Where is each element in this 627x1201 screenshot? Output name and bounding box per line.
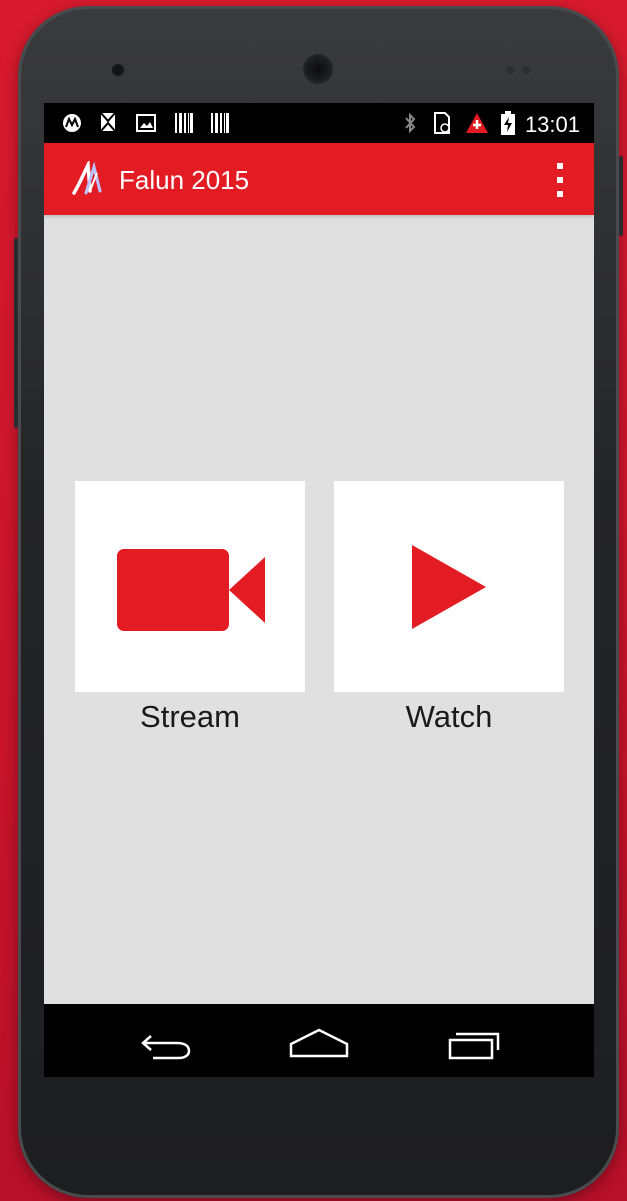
motorola-icon [60, 111, 84, 135]
watch-label: Watch [405, 699, 493, 734]
status-time: 13:01 [524, 112, 580, 137]
stream-button[interactable] [75, 481, 305, 692]
nav-bar [44, 1004, 594, 1077]
watch-button[interactable] [334, 481, 564, 692]
back-icon[interactable] [137, 1022, 197, 1062]
status-bar: 13:01 [44, 103, 594, 143]
earpiece [303, 54, 333, 84]
mms-icon [96, 111, 120, 135]
overflow-menu-icon[interactable] [552, 163, 568, 197]
stream-label: Stream [140, 699, 240, 734]
recents-icon[interactable] [444, 1022, 504, 1062]
barcode-icon [172, 111, 196, 135]
power-button [14, 238, 18, 428]
bluetooth-icon [400, 111, 420, 135]
proximity-sensor [522, 66, 530, 74]
image-icon [134, 111, 158, 135]
play-icon [412, 545, 486, 629]
video-camera-icon [117, 549, 265, 631]
volume-button [619, 156, 623, 236]
light-sensor [506, 66, 514, 74]
screen: 13:01 Falun 2015 Stream Watch [44, 103, 594, 1077]
warning-icon [464, 111, 490, 135]
battery-charging-icon [498, 111, 518, 135]
home-icon[interactable] [288, 1022, 350, 1062]
app-title: Falun 2015 [119, 165, 250, 195]
front-sensor [112, 64, 124, 76]
falun-logo-icon[interactable] [70, 158, 106, 197]
sim-icon [430, 111, 454, 135]
barcode-icon [208, 111, 232, 135]
app-bar: Falun 2015 [44, 143, 594, 215]
